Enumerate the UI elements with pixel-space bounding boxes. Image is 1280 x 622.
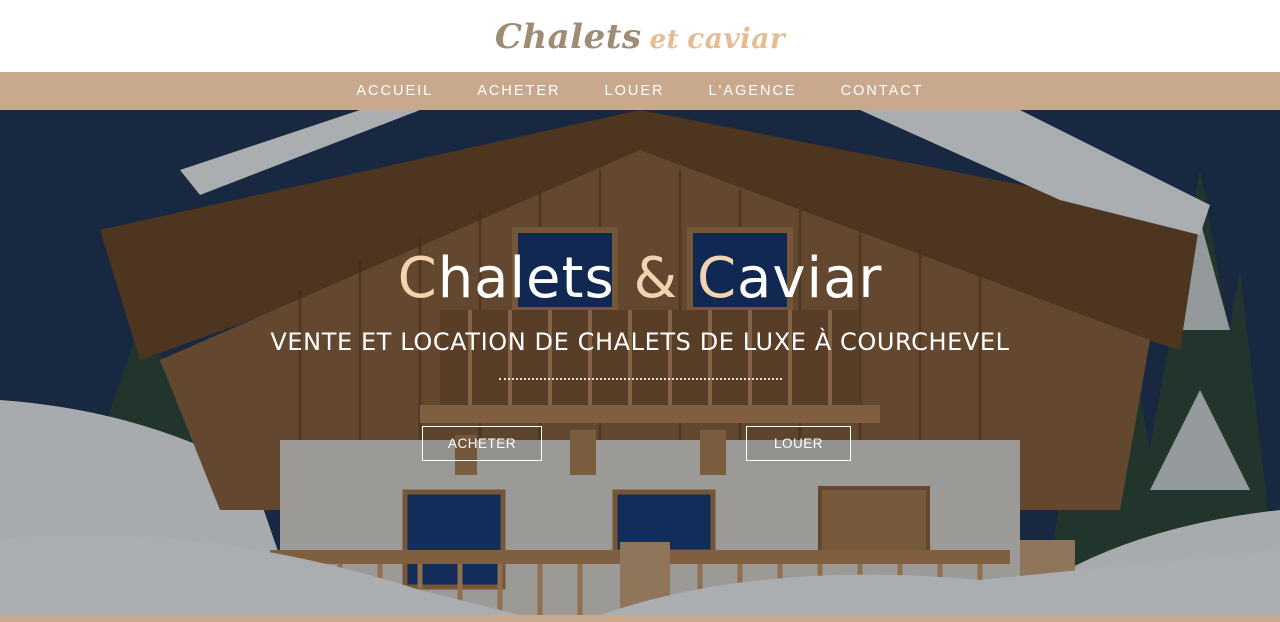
hero-dotted-divider [499, 378, 782, 380]
logo-word-caviar: caviar [687, 22, 786, 55]
hero-title-initial-c1: C [397, 246, 438, 311]
site-logo[interactable]: Chalets et caviar [495, 17, 785, 57]
hero-title-initial-c2: C [696, 246, 738, 311]
louer-button[interactable]: LOUER [746, 426, 851, 461]
hero-title-word2: aviar [737, 246, 883, 311]
header: Chalets et caviar [0, 0, 1280, 72]
main-navigation: ACCUEIL ACHETER LOUER L'AGENCE CONTACT [0, 72, 1280, 110]
logo-word-chalets: Chalets [494, 17, 642, 57]
logo-word-et: et [649, 25, 680, 55]
hero-title-ampersand: & [633, 246, 679, 311]
nav-item-agence[interactable]: L'AGENCE [687, 83, 819, 99]
nav-item-louer[interactable]: LOUER [583, 83, 687, 99]
nav-item-accueil[interactable]: ACCUEIL [334, 83, 455, 99]
hero-subtitle: VENTE ET LOCATION DE CHALETS DE LUXE À C… [270, 328, 1010, 356]
hero-banner: Chalets & Caviar VENTE ET LOCATION DE CH… [0, 110, 1280, 615]
nav-item-acheter[interactable]: ACHETER [455, 83, 582, 99]
hero-title: Chalets & Caviar [0, 246, 1280, 311]
hero-dark-overlay [0, 110, 1280, 615]
nav-item-contact[interactable]: CONTACT [819, 83, 946, 99]
bottom-accent-strip [0, 615, 1280, 622]
hero-title-word1: halets [437, 246, 634, 311]
acheter-button[interactable]: ACHETER [422, 426, 542, 461]
